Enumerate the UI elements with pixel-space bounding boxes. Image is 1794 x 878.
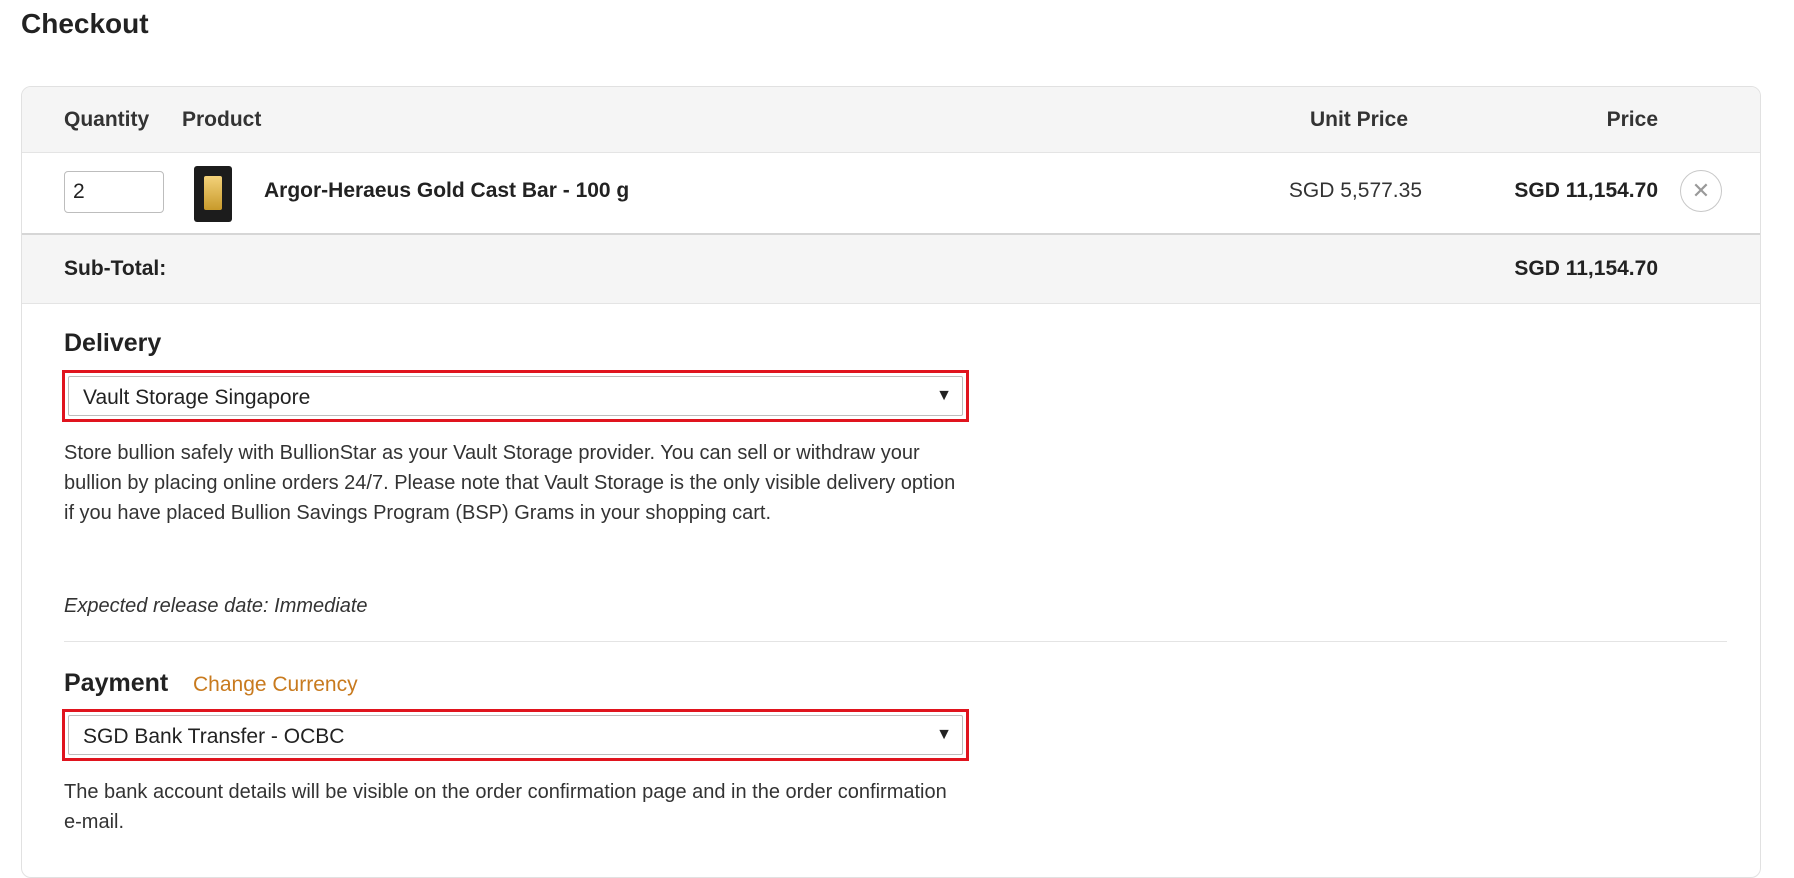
header-unit-price: Unit Price	[1309, 108, 1408, 131]
delivery-highlight: Vault Storage Singapore ▼	[62, 370, 969, 422]
page-title: Checkout	[21, 8, 149, 39]
payment-description: The bank account details will be visible…	[64, 781, 947, 833]
release-date: Expected release date: Immediate	[64, 595, 368, 617]
cart-panel: Quantity Product Unit Price Price Argor-…	[21, 86, 1761, 878]
quantity-input[interactable]	[64, 171, 164, 213]
remove-item-button[interactable]: ✕	[1680, 170, 1722, 212]
subtotal-label: Sub-Total:	[64, 257, 167, 280]
gold-bar-icon[interactable]	[194, 166, 232, 222]
change-currency-link[interactable]: Change Currency	[193, 673, 358, 697]
product-name-link[interactable]: Argor-Heraeus Gold Cast Bar - 100 g	[264, 179, 629, 203]
payment-highlight: SGD Bank Transfer - OCBC ▼	[62, 709, 969, 761]
header-price: Price	[1606, 108, 1658, 131]
line-price: SGD 11,154.70	[1514, 179, 1658, 202]
delivery-select-value: Vault Storage Singapore	[83, 386, 311, 409]
caret-down-icon: ▼	[936, 726, 952, 743]
unit-price: SGD 5,577.35	[1288, 179, 1422, 202]
caret-down-icon: ▼	[936, 387, 952, 404]
delivery-select[interactable]: Vault Storage Singapore ▼	[68, 376, 963, 416]
subtotal-value: SGD 11,154.70	[1514, 257, 1658, 280]
header-product: Product	[182, 108, 262, 131]
payment-select[interactable]: SGD Bank Transfer - OCBC ▼	[68, 715, 963, 755]
cart-table-header: Quantity Product Unit Price Price	[22, 87, 1760, 153]
payment-heading: Payment	[64, 669, 169, 697]
close-icon: ✕	[1691, 178, 1711, 203]
delivery-description: Store bullion safely with BullionStar as…	[64, 442, 956, 524]
header-quantity: Quantity	[64, 108, 150, 131]
subtotal-row: Sub-Total: SGD 11,154.70	[22, 233, 1760, 304]
divider	[64, 641, 1727, 642]
payment-select-value: SGD Bank Transfer - OCBC	[83, 725, 345, 748]
delivery-heading: Delivery	[64, 329, 162, 357]
table-row: Argor-Heraeus Gold Cast Bar - 100 g SGD …	[22, 153, 1760, 233]
